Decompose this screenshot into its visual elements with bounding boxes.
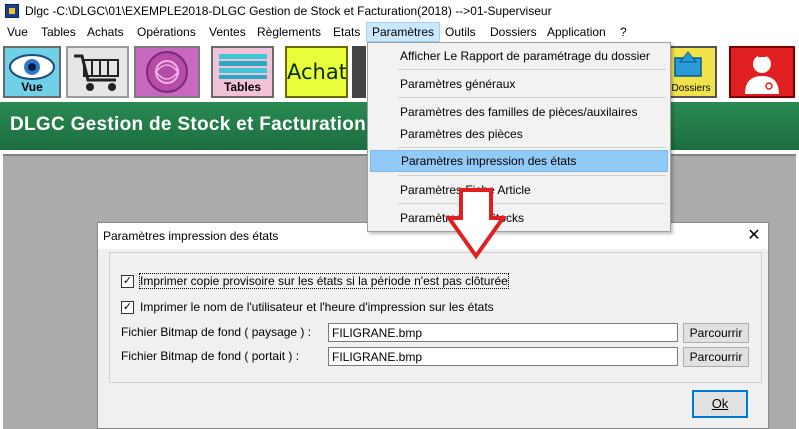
pink-emblem-icon <box>146 51 188 93</box>
print-user-time-label[interactable]: Imprimer le nom de l'utilisateur et l'he… <box>140 300 494 314</box>
tables-icon <box>219 54 267 79</box>
menu-vue[interactable]: Vue <box>2 22 33 42</box>
dialog-title: Paramètres impression des états <box>103 229 279 243</box>
print-settings-dialog: Paramètres impression des états ✕ ✓ Impr… <box>97 222 769 429</box>
parametres-dropdown: Afficher Le Rapport de paramétrage du do… <box>367 42 671 232</box>
menu-item-stocks[interactable]: Paramètres des Stocks <box>370 207 668 229</box>
menu-parametres[interactable]: Paramètres <box>366 22 441 42</box>
menu-item-rapport-parametrage[interactable]: Afficher Le Rapport de paramétrage du do… <box>370 45 668 67</box>
browse-portrait-button[interactable]: Parcourrir <box>683 347 749 367</box>
print-user-time-checkbox[interactable]: ✓ <box>121 301 134 314</box>
menu-etats[interactable]: Etats <box>328 22 365 42</box>
vue-button[interactable]: Vue <box>3 46 61 98</box>
portrait-bitmap-field[interactable] <box>328 347 678 366</box>
banner-title: DLGC Gestion de Stock et Facturation <box>10 114 367 135</box>
menu-ventes[interactable]: Ventes <box>204 22 251 42</box>
window-title: Dlgc -C:\DLGC\01\EXEMPLE2018-DLGC Gestio… <box>25 4 552 18</box>
menu-separator <box>398 69 666 70</box>
menu-item-parametres-pieces[interactable]: Paramètres des pièces <box>370 123 668 145</box>
provisional-copy-label[interactable]: Imprimer copie provisoire sur les états … <box>139 273 509 289</box>
emblem-button[interactable] <box>134 46 200 98</box>
provisional-copy-checkbox[interactable]: ✓ <box>121 275 134 288</box>
menu-application[interactable]: Application <box>542 22 611 42</box>
dossiers-label: Dossiers <box>671 83 711 94</box>
annotation-arrow-icon <box>445 188 507 260</box>
menu-separator <box>398 97 666 98</box>
landscape-bitmap-field[interactable] <box>328 323 678 342</box>
menu-item-fiche-article[interactable]: Paramètres Fiche Article <box>370 179 668 201</box>
toolbar-button-partial[interactable] <box>352 46 366 98</box>
app-icon <box>5 4 19 18</box>
tables-label: Tables <box>223 80 262 94</box>
menu-item-impression-etats[interactable]: Paramètres impression des états <box>370 150 668 172</box>
achats-label: Achats <box>287 60 347 84</box>
menu-operations[interactable]: Opérations <box>132 22 201 42</box>
achats-button[interactable]: Achats <box>285 46 348 98</box>
dossiers-button[interactable]: Dossiers <box>665 46 717 98</box>
menu-separator <box>398 203 666 204</box>
menu-achats[interactable]: Achats <box>82 22 129 42</box>
menu-outils[interactable]: Outils <box>440 22 481 42</box>
landscape-bitmap-label: Fichier Bitmap de fond ( paysage ) : <box>121 325 312 339</box>
menu-separator <box>398 175 666 176</box>
menu-item-familles-pieces[interactable]: Paramètres des familles de pièces/auxila… <box>370 101 668 123</box>
tables-button[interactable]: Tables <box>211 46 274 98</box>
menu-help[interactable]: ? <box>615 22 632 42</box>
cart-button[interactable] <box>66 46 129 98</box>
title-bar: Dlgc -C:\DLGC\01\EXEMPLE2018-DLGC Gestio… <box>0 0 799 22</box>
eye-icon <box>9 54 55 80</box>
achats-icon: Achats <box>287 60 346 84</box>
menu-item-parametres-generaux[interactable]: Paramètres généraux <box>370 73 668 95</box>
close-icon[interactable]: ✕ <box>742 224 766 248</box>
vue-label: Vue <box>21 80 43 94</box>
doctor-icon <box>745 54 779 94</box>
portrait-bitmap-label: Fichier Bitmap de fond ( portait ) : <box>121 349 300 363</box>
shopping-cart-icon <box>74 54 119 91</box>
menu-dossiers[interactable]: Dossiers <box>485 22 542 42</box>
ok-button[interactable]: Ok <box>692 390 748 418</box>
menu-tables[interactable]: Tables <box>36 22 81 42</box>
browse-landscape-button[interactable]: Parcourrir <box>683 323 749 343</box>
options-group: ✓ Imprimer copie provisoire sur les état… <box>109 252 762 383</box>
menu-bar: Vue Tables Achats Opérations Ventes Règl… <box>0 22 799 42</box>
folder-up-icon <box>674 51 702 77</box>
menu-separator <box>398 147 666 148</box>
menu-reglements[interactable]: Règlements <box>252 22 326 42</box>
doctor-button[interactable] <box>729 46 795 98</box>
